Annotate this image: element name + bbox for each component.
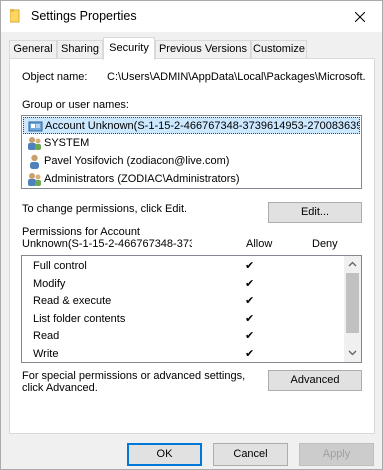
table-row: Read ✔ [22,328,344,345]
edit-button[interactable]: Edit... [268,202,362,223]
group-name: Account Unknown(S-1-15-2-466767348-37396… [45,120,360,132]
close-button[interactable] [337,1,382,32]
unknown-account-icon [28,121,43,132]
list-item[interactable]: Pavel Yosifovich (zodiacon@live.com) [23,153,360,170]
deny-column-header: Deny [312,238,338,250]
group-name: Administrators (ZODIAC\Administrators) [44,173,240,185]
permissions-scrollbar[interactable] [344,256,361,362]
list-item[interactable]: SYSTEM [23,135,360,152]
scroll-thumb[interactable] [346,273,359,333]
permission-name: Full control [33,260,87,272]
window-title: Settings Properties [31,9,137,23]
advanced-button[interactable]: Advanced [268,370,362,391]
tab-customize[interactable]: Customize [251,40,307,59]
permission-name: Modify [33,277,66,290]
tab-previous-versions[interactable]: Previous Versions [155,40,251,59]
special-permissions-hint-2: click Advanced. [22,382,98,394]
table-row: Read & execute ✔ [22,293,344,310]
table-row: Full control ✔ [22,258,344,275]
table-row: Write ✔ [22,346,344,363]
apply-button[interactable]: Apply [299,443,374,466]
tab-security[interactable]: Security [103,37,155,60]
close-icon [354,11,365,22]
scroll-up-icon[interactable] [348,261,357,267]
group-or-user-names-label: Group or user names: [22,99,129,111]
user-icon [30,154,39,169]
group-name: Pavel Yosifovich (zodiacon@live.com) [44,155,230,167]
permission-name: Read & execute [33,295,112,307]
cancel-button[interactable]: Cancel [213,443,288,466]
list-item[interactable]: Account Unknown(S-1-15-2-466767348-37396… [23,117,360,134]
tab-strip: General Sharing Security Previous Versio… [9,37,374,60]
permissions-for-account: Unknown(S-1-15-2-466767348-37396 [22,238,192,250]
permission-name: List folder contents [33,312,126,325]
special-permissions-hint: For special permissions or advanced sett… [22,370,246,382]
allow-column-header: Allow [246,238,273,250]
change-permissions-hint: To change permissions, click Edit. [22,203,188,215]
allow-check-icon: ✔ [245,277,255,290]
group-user-list[interactable]: Account Unknown(S-1-15-2-466767348-37396… [21,115,362,189]
allow-check-icon: ✔ [245,330,255,342]
group-name: SYSTEM [44,137,90,149]
permissions-for-label: Permissions for Account [22,226,140,238]
group-label-text: Group or user names: [22,99,129,111]
users-group-icon [28,173,41,186]
table-row: List folder contents ✔ [22,311,344,328]
properties-dialog: Settings Properties General Sharing Secu… [0,0,383,470]
scroll-down-icon[interactable] [348,350,357,356]
table-row: Modify ✔ [22,276,344,293]
allow-check-icon: ✔ [245,347,255,360]
ok-button[interactable]: OK [127,443,202,466]
object-name-label: Object name: [22,71,88,83]
security-panel: Object name: C:\Users\ADMIN\AppData\Loca… [9,58,375,434]
permission-name: Read [33,330,60,342]
permission-name: Write [33,347,59,360]
tab-general[interactable]: General [9,40,57,59]
allow-check-icon: ✔ [245,260,255,272]
tab-sharing[interactable]: Sharing [57,40,103,59]
allow-check-icon: ✔ [245,312,255,325]
permissions-list[interactable]: Full control ✔ Modify ✔ Read & execute ✔… [21,255,362,363]
title-bar[interactable]: Settings Properties [1,1,382,32]
users-group-icon [28,137,41,150]
folder-icon [10,9,20,23]
allow-check-icon: ✔ [245,295,255,307]
object-name-value: C:\Users\ADMIN\AppData\Local\Packages\Mi… [107,71,366,83]
list-item[interactable]: Administrators (ZODIAC\Administrators) [23,171,360,188]
